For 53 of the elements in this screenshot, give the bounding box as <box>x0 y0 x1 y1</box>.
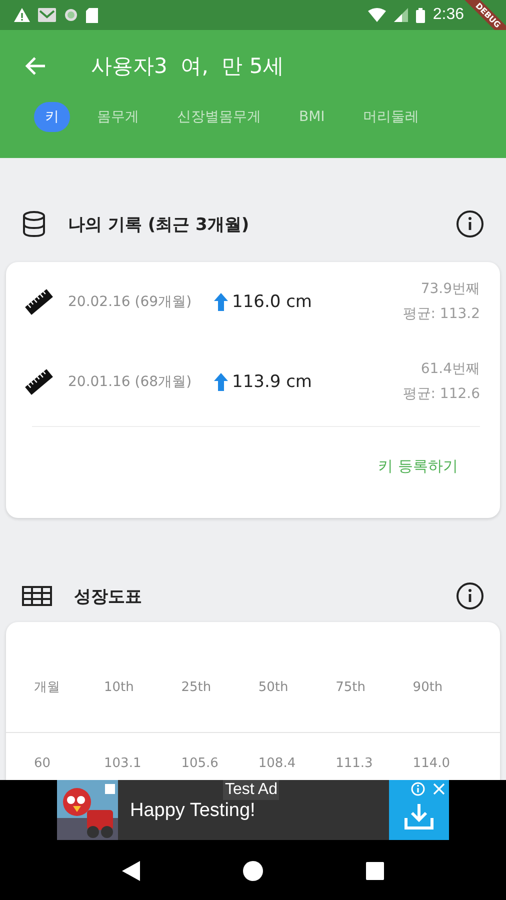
ad-info-icon[interactable] <box>411 782 425 796</box>
percentile-text: 61.4번째 <box>420 360 480 379</box>
table-cell-text: 105.6 <box>181 756 220 770</box>
record-value: 113.9 cm <box>232 372 313 392</box>
tab[interactable]: 머리둘레 <box>352 102 430 132</box>
ad-text: Happy Testing! <box>130 800 256 822</box>
table-cell-text: 103.1 <box>104 756 142 770</box>
table-cell-text: 108.4 <box>258 756 297 770</box>
add-height-button[interactable]: 키 등록하기 <box>374 453 462 480</box>
recents-icon[interactable] <box>366 862 384 880</box>
ad-banner[interactable]: Test Ad Happy Testing! <box>57 780 449 840</box>
ad-label: Test Ad <box>223 780 280 800</box>
up-arrow-icon <box>214 373 228 391</box>
record-date: 20.02.16 (69개월) <box>68 293 193 311</box>
record-value: 116.0 cm <box>232 292 313 312</box>
column-header: 90th <box>412 680 444 694</box>
info-icon[interactable] <box>456 210 484 238</box>
percentile-text: 73.9번째 <box>420 280 480 299</box>
average-text: 평균: 112.6 <box>402 385 480 404</box>
download-icon <box>404 804 434 830</box>
table-icon <box>22 586 52 606</box>
record-date: 20.01.16 (68개월) <box>68 373 193 391</box>
section-title: 성장도표 <box>74 586 143 608</box>
table-cell-text: 60 <box>34 756 52 770</box>
circle-icon <box>64 8 78 22</box>
column-header: 개월 <box>34 679 61 696</box>
sd-card-icon <box>86 8 98 22</box>
close-icon[interactable] <box>433 783 445 795</box>
signal-icon <box>394 8 408 22</box>
section-title: 나의 기록 (최근 3개월) <box>68 214 250 236</box>
clock-time: 2:36 <box>432 6 464 24</box>
table-cell-text: 111.3 <box>336 756 374 770</box>
wifi-icon <box>368 8 386 22</box>
average-text: 평균: 113.2 <box>402 305 480 324</box>
column-header: 75th <box>336 680 366 694</box>
database-icon <box>22 211 46 237</box>
back-arrow-icon[interactable] <box>24 56 46 76</box>
app-bar-title: 사용자3 여, 만 5세 <box>91 53 284 80</box>
home-icon[interactable] <box>242 861 263 881</box>
tab[interactable]: 키 <box>34 102 70 132</box>
column-header: 50th <box>258 680 290 694</box>
up-arrow-icon <box>214 293 228 311</box>
tab[interactable]: 신장별몸무게 <box>166 102 272 132</box>
info-icon[interactable] <box>456 582 484 610</box>
tab[interactable]: 몸무게 <box>86 102 150 132</box>
mail-icon <box>38 8 56 22</box>
warning-icon <box>14 8 30 22</box>
back-icon[interactable] <box>122 861 140 881</box>
tab[interactable]: BMI <box>288 103 336 131</box>
battery-icon <box>416 8 425 22</box>
column-header: 25th <box>181 680 212 694</box>
column-header: 10th <box>104 680 135 694</box>
table-cell-text: 114.0 <box>412 756 452 770</box>
